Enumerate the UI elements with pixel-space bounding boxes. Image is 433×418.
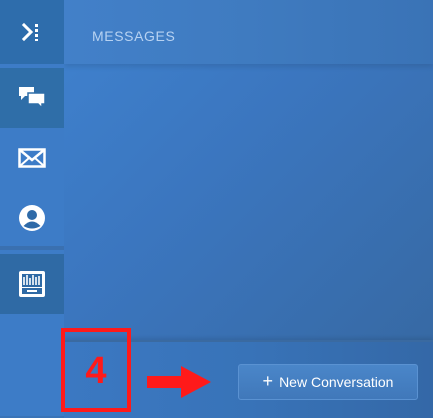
sidebar <box>0 0 64 416</box>
new-conversation-button[interactable]: + New Conversation <box>238 364 418 400</box>
envelope-icon <box>18 148 46 168</box>
sidebar-item-conversations[interactable] <box>0 68 64 128</box>
sidebar-toggle-button[interactable] <box>0 0 64 64</box>
sidebar-item-tickets[interactable] <box>0 254 64 314</box>
new-conversation-label: New Conversation <box>279 374 394 390</box>
collapse-arrow-icon <box>21 21 43 43</box>
user-icon <box>18 204 46 232</box>
sidebar-item-profile[interactable] <box>0 188 64 248</box>
sidebar-item-mail[interactable] <box>0 128 64 188</box>
chat-bubbles-icon <box>17 85 47 111</box>
annotation-box: 4 <box>61 328 131 412</box>
annotation-step-number: 4 <box>85 350 107 392</box>
page-title: MESSAGES <box>92 28 176 44</box>
inbox-tray-icon <box>17 269 47 299</box>
messages-header: MESSAGES <box>64 0 433 64</box>
annotation-arrow-icon <box>145 364 213 405</box>
plus-icon: + <box>262 371 274 391</box>
sidebar-divider <box>0 246 64 250</box>
